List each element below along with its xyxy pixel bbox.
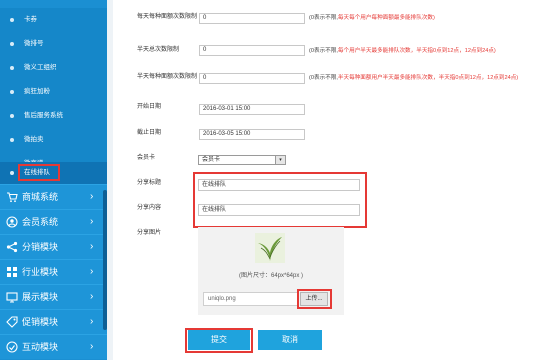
- cancel-button[interactable]: 取消: [258, 330, 322, 350]
- sidebar-subitem-label: 售后服务系统: [24, 112, 63, 119]
- highlight-box: [193, 172, 367, 228]
- highlight-box: [185, 328, 253, 353]
- highlight-box: [18, 164, 60, 181]
- daily-limit-hint: (0表示不限,每天每个用户每种面额最多能排队次数): [309, 14, 435, 22]
- interact-icon: [6, 341, 18, 353]
- user-icon: [6, 216, 18, 228]
- sidebar-subitem-auction[interactable]: 微拍卖: [0, 128, 107, 152]
- nav-item-interaction[interactable]: 互动模块 ›: [0, 334, 107, 359]
- member-card-select[interactable]: 会员卡 ▾: [198, 155, 286, 165]
- halfday-total-hint: (0表示不限,每个用户半天最多能排队次数，半天指0点到12点，12点到24点): [309, 47, 496, 55]
- bullet-icon: [10, 66, 14, 70]
- bullet-icon: [10, 114, 14, 118]
- sidebar-subitem-volunteer[interactable]: 微义工组织: [0, 56, 107, 80]
- bullet-icon: [10, 42, 14, 46]
- share-image-panel: (图片尺寸：64px*64px ) uniqlo.png 上传...: [198, 227, 344, 315]
- image-thumbnail: [255, 233, 285, 263]
- daily-limit-input[interactable]: 0: [199, 13, 305, 24]
- start-date-label: 开始日期: [137, 104, 162, 110]
- share-content-label: 分享内容: [137, 205, 162, 211]
- cart-icon: [7, 192, 18, 203]
- nav-item-label: 行业模块: [22, 267, 59, 277]
- end-date-label: 截止日期: [137, 130, 162, 136]
- halfday-each-label: 半天每种面额次数限制: [137, 74, 198, 80]
- sidebar-subitem-fans[interactable]: 疯狂加粉: [0, 80, 107, 104]
- hint-gray-text: (0表示不限,: [309, 15, 338, 21]
- sidebar-subitem-label: 微拍卖: [24, 136, 44, 143]
- file-name-field[interactable]: uniqlo.png: [203, 292, 299, 306]
- chevron-down-icon[interactable]: ▾: [275, 156, 285, 164]
- nav-item-mall[interactable]: 商城系统 ›: [0, 184, 107, 209]
- sidebar: 卡券 微排号 微义工组织 疯狂加粉 售后服务系统 微拍卖 微商谱 在线排队 商城…: [0, 0, 107, 360]
- sidebar-subitem-label: 疯狂加粉: [24, 88, 50, 95]
- nav-item-label: 商城系统: [22, 192, 59, 202]
- chevron-right-icon: ›: [90, 241, 94, 252]
- bullet-icon: [10, 171, 14, 175]
- hint-gray-text: (0表示不限,: [309, 48, 338, 54]
- chevron-right-icon: ›: [90, 266, 94, 277]
- grid-icon: [7, 267, 17, 277]
- sidebar-subitem-after-sales[interactable]: 售后服务系统: [0, 104, 107, 128]
- sidebar-subitem-label: 卡券: [24, 16, 37, 23]
- share-image-label: 分享图片: [137, 230, 162, 236]
- sidebar-subitem-card-coupon[interactable]: 卡券: [0, 8, 107, 32]
- bullet-icon: [10, 18, 14, 22]
- nav-item-label: 互动模块: [22, 342, 59, 352]
- nav-item-label: 会员系统: [22, 217, 59, 227]
- sidebar-subitem-queue-number[interactable]: 微排号: [0, 32, 107, 56]
- halfday-total-input[interactable]: 0: [199, 45, 305, 56]
- share-icon: [6, 241, 18, 253]
- image-size-note: (图片尺寸：64px*64px ): [238, 273, 304, 279]
- start-date-input[interactable]: 2016-03-01 15:00: [199, 104, 305, 115]
- chevron-right-icon: ›: [90, 316, 94, 327]
- hint-red-text: 每个用户半天最多能排队次数，半天指0点到12点，12点到24点): [337, 48, 496, 54]
- member-card-label: 会员卡: [137, 155, 156, 161]
- end-date-input[interactable]: 2016-03-05 15:00: [199, 129, 305, 140]
- highlight-box: [297, 289, 332, 309]
- display-icon: [6, 292, 18, 303]
- share-title-label: 分享标题: [137, 180, 162, 186]
- nav-item-label: 展示模块: [22, 292, 59, 302]
- bullet-icon: [10, 90, 14, 94]
- nav-item-label: 促销模块: [22, 317, 59, 327]
- nav-item-display[interactable]: 展示模块 ›: [0, 284, 107, 309]
- nav-item-distribution[interactable]: 分销模块 ›: [0, 234, 107, 259]
- nav-item-industry[interactable]: 行业模块 ›: [0, 259, 107, 284]
- hint-red-text: 半天每种面额用户半天最多能排队次数，半天指0点到12点，12点到24点): [337, 75, 519, 81]
- halfday-each-hint: (0表示不限,半天每种面额用户半天最多能排队次数，半天指0点到12点，12点到2…: [309, 74, 518, 82]
- promo-icon: [6, 316, 18, 328]
- nav-item-member[interactable]: 会员系统 ›: [0, 209, 107, 234]
- hint-red-text: 每天每个用户每种面额最多能排队次数): [337, 15, 435, 21]
- daily-limit-label: 每天每种面额次数限制: [137, 14, 198, 20]
- nav-item-promotion[interactable]: 促销模块 ›: [0, 309, 107, 334]
- bullet-icon: [10, 138, 14, 142]
- chevron-right-icon: ›: [90, 291, 94, 302]
- chevron-right-icon: ›: [90, 191, 94, 202]
- nav-item-label: 分销模块: [22, 242, 59, 252]
- chevron-right-icon: ›: [90, 341, 94, 352]
- chevron-right-icon: ›: [90, 216, 94, 227]
- halfday-each-input[interactable]: 0: [199, 73, 305, 84]
- halfday-total-label: 半天总次数限制: [137, 47, 180, 53]
- hint-gray-text: (0表示不限,: [309, 75, 338, 81]
- sidebar-subitem-label: 微义工组织: [24, 64, 57, 71]
- sidebar-subitem-label: 微排号: [24, 40, 44, 47]
- member-card-selected-value: 会员卡: [202, 157, 221, 163]
